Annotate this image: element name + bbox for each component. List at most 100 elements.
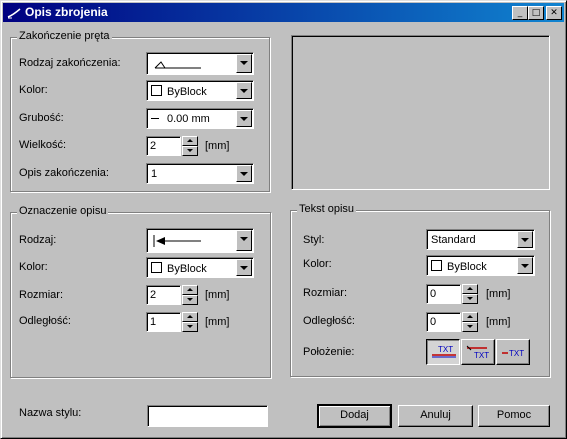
kolor-oznaczenia-text: ByBlock [167,263,207,275]
odleglosc-tekstu-input[interactable]: 0 [426,312,461,332]
minimize-button[interactable]: _ [512,6,528,20]
line-weight-icon [151,118,159,119]
spin-up-icon[interactable] [182,312,198,322]
chevron-down-icon[interactable] [517,257,533,274]
wielkosc-label: Wielkość: [19,139,67,151]
rodzaj-zakonczenia-label: Rodzaj zakończenia: [19,57,121,69]
rozmiar-value: 2 [150,289,157,301]
window-title: Opis zbrojenia [25,5,108,19]
app-icon [7,8,21,19]
pomoc-button[interactable]: Pomoc [478,405,550,427]
odleglosc-input[interactable]: 1 [146,312,181,332]
odleglosc-tekstu-unit: [mm] [486,316,511,328]
odleglosc-tekstu-spinner[interactable] [462,312,478,332]
kolor-zakonczenia-select[interactable]: ByBlock [146,80,254,101]
styl-value: Standard [431,234,476,246]
spin-up-icon[interactable] [182,285,198,295]
group-zakonczenie-title: Zakończenie pręta [17,30,112,42]
rodzaj-label: Rodzaj: [19,234,57,246]
rozmiar-spinner[interactable] [182,285,198,305]
grubosc-label: Grubość: [19,112,64,124]
grubosc-value: 0.00 mm [151,113,210,125]
maximize-icon: □ [531,8,541,18]
kolor-zakonczenia-label: Kolor: [19,84,48,96]
chevron-down-icon[interactable] [236,230,252,251]
odleglosc-label: Odległość: [19,315,71,327]
maximize-button[interactable]: □ [528,6,544,20]
opis-zakonczenia-label: Opis zakończenia: [19,167,109,179]
rodzaj-zakonczenia-select[interactable] [146,52,254,75]
spin-down-icon[interactable] [462,322,478,332]
chevron-down-icon[interactable] [236,54,252,73]
wielkosc-unit: [mm] [205,140,230,152]
rozmiar-tekstu-spinner[interactable] [462,284,478,304]
dodaj-label: Dodaj [340,409,369,421]
odleglosc-tekstu-label: Odległość: [303,315,355,327]
preview-area [291,35,550,190]
spin-down-icon[interactable] [182,322,198,332]
nazwa-stylu-label: Nazwa stylu: [19,407,82,419]
rozmiar-tekstu-value: 0 [430,288,437,300]
position-above-line-button[interactable]: TXT [426,339,460,365]
chevron-down-icon[interactable] [236,110,252,127]
group-oznaczenie-title: Oznaczenie opisu [17,205,109,217]
spin-up-icon[interactable] [182,136,198,146]
styl-select[interactable]: Standard [426,229,535,250]
text-above-line-icon: TXT [432,345,456,358]
kolor-tekstu-text: ByBlock [447,261,487,273]
odleglosc-unit: [mm] [205,316,230,328]
wielkosc-spinner[interactable] [182,136,198,156]
spin-up-icon[interactable] [462,312,478,322]
grubosc-select[interactable]: 0.00 mm [146,108,254,129]
opis-zakonczenia-select[interactable]: 1 [146,163,254,184]
odleglosc-tekstu-value: 0 [430,316,437,328]
rozmiar-input[interactable]: 2 [146,285,181,305]
anuluj-label: Anuluj [420,409,451,421]
nazwa-stylu-input[interactable] [147,405,268,427]
close-icon: ✕ [550,8,558,18]
chevron-down-icon[interactable] [517,231,533,248]
color-swatch-icon [151,85,162,96]
color-swatch-icon [151,262,162,273]
pomoc-label: Pomoc [496,409,532,421]
anuluj-button[interactable]: Anuluj [398,405,473,427]
rodzaj-select[interactable] [146,228,254,253]
chevron-down-icon[interactable] [236,165,252,182]
polozenie-label: Położenie: [303,346,355,358]
group-tekst-title: Tekst opisu [297,203,357,215]
kolor-zakonczenia-value: ByBlock [151,85,207,98]
spin-down-icon[interactable] [182,295,198,305]
odleglosc-value: 1 [150,316,157,328]
dodaj-button[interactable]: Dodaj [318,405,391,427]
chevron-down-icon[interactable] [236,259,252,276]
grubosc-text: 0.00 mm [167,113,210,125]
wielkosc-input[interactable]: 2 [146,136,181,156]
arrow-end-open-icon [154,61,201,69]
pos-icon-text-1: TXT [438,345,453,354]
kolor-oznaczenia-select[interactable]: ByBlock [146,257,254,278]
color-swatch-icon [431,260,442,271]
minimize-icon: _ [517,8,523,18]
position-below-line-button[interactable]: TXT [461,339,495,365]
text-below-line-icon: TXT [466,345,489,360]
title-bar[interactable]: Opis zbrojenia _ □ ✕ [3,3,564,22]
text-inline-icon: TXT [502,349,524,358]
kolor-tekstu-label: Kolor: [303,258,332,270]
rozmiar-label: Rozmiar: [19,289,64,301]
wielkosc-value: 2 [150,140,157,152]
spin-down-icon[interactable] [182,146,198,156]
kolor-tekstu-select[interactable]: ByBlock [426,255,535,276]
rozmiar-tekstu-unit: [mm] [486,288,511,300]
pos-icon-text-3: TXT [509,349,524,358]
position-inline-button[interactable]: TXT [496,339,530,365]
spin-up-icon[interactable] [462,284,478,294]
odleglosc-spinner[interactable] [182,312,198,332]
rozmiar-tekstu-label: Rozmiar: [303,287,348,299]
rozmiar-unit: [mm] [205,289,230,301]
chevron-down-icon[interactable] [236,82,252,99]
spin-down-icon[interactable] [462,294,478,304]
opis-zakonczenia-value: 1 [151,168,158,180]
close-button[interactable]: ✕ [546,6,562,20]
rozmiar-tekstu-input[interactable]: 0 [426,284,461,304]
kolor-zakonczenia-text: ByBlock [167,86,207,98]
